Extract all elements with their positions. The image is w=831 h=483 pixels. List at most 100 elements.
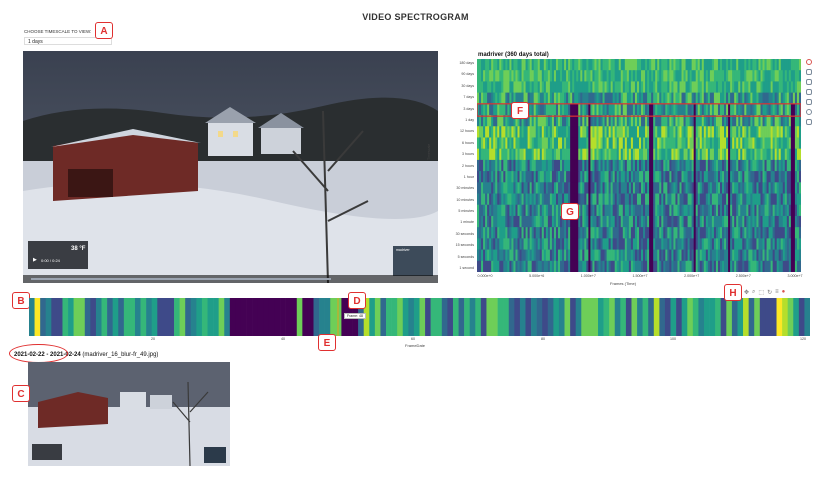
y-tick-label: 12 hours: [460, 129, 474, 134]
save-icon[interactable]: [806, 119, 812, 125]
zoom-icon[interactable]: [806, 79, 812, 85]
heatmap-cell: [626, 70, 630, 82]
heatmap-cell: [614, 260, 618, 272]
heatmap-cell: [604, 204, 607, 217]
heatmap-cell: [541, 115, 545, 127]
heatmap-cell: [584, 59, 587, 71]
heatmap-cell: [566, 238, 569, 250]
heatmap-cell: [641, 115, 644, 127]
frame-thumbnail: [28, 362, 230, 466]
heatmap-cell: [689, 115, 692, 127]
heatmap-cell: [513, 159, 516, 172]
heatmap-cell: [738, 148, 741, 161]
frame-cell: [458, 298, 465, 336]
heatmap-cell: [734, 148, 737, 161]
heatmap-cell: [665, 115, 668, 127]
reset-icon[interactable]: ↻: [767, 289, 772, 297]
heatmap-cell: [762, 115, 765, 127]
heatmap-cell: [529, 70, 532, 82]
heatmap-cell: [588, 159, 591, 172]
heatmap-cell: [639, 182, 642, 194]
heatmap-cell: [683, 182, 686, 194]
frame-strip[interactable]: [29, 298, 810, 336]
heatmap-cell: [715, 59, 719, 71]
wheel-zoom-icon[interactable]: [806, 89, 812, 95]
heatmap-cell: [521, 182, 524, 194]
heatmap-cell: [663, 193, 666, 206]
heatmap-cell: [754, 193, 757, 206]
box-select-icon[interactable]: ⬚: [758, 289, 764, 297]
zoom-icon[interactable]: ⌕: [752, 289, 755, 297]
heatmap-cell: [715, 182, 719, 194]
heatmap-cell: [754, 159, 757, 172]
heatmap-cell: [600, 115, 603, 127]
heatmap-cell: [553, 193, 557, 206]
heatmap-cell: [588, 103, 591, 116]
heatmap-cell: [582, 159, 585, 172]
heatmap-cell: [691, 115, 694, 127]
heatmap-cell: [523, 227, 526, 239]
heatmap-cell: [539, 115, 543, 127]
heatmap-cell: [479, 59, 482, 71]
heatmap-cell: [681, 70, 684, 82]
heatmap-cell: [614, 182, 618, 194]
heatmap-cell: [655, 193, 658, 206]
box-select-icon[interactable]: [806, 99, 812, 105]
heatmap-cell: [562, 70, 565, 82]
heatmap-cell: [521, 238, 524, 250]
heatmap-cell: [736, 148, 739, 161]
heatmap-cell: [513, 204, 516, 217]
bokeh-logo-icon[interactable]: ●: [782, 289, 786, 297]
heatmap-cell: [495, 148, 498, 161]
heatmap-cell: [630, 215, 634, 228]
heatmap-cell: [728, 193, 731, 206]
heatmap-cell: [673, 59, 676, 71]
heatmap-cell: [608, 238, 611, 250]
heatmap-cell: [584, 249, 587, 262]
heatmap-cell: [707, 215, 711, 228]
heatmap-cell: [624, 81, 628, 93]
heatmap-cell: [586, 59, 589, 71]
heatmap-cell: [491, 148, 494, 161]
heatmap-cell: [519, 204, 522, 217]
spectrogram-heatmap[interactable]: [477, 59, 801, 272]
heatmap-cell: [501, 103, 504, 116]
pan-icon[interactable]: ✥: [744, 289, 749, 297]
heatmap-cell: [505, 148, 508, 161]
heatmap-cell: [695, 126, 699, 138]
heatmap-cell: [703, 182, 707, 194]
heatmap-cell: [742, 171, 745, 183]
heatmap-cell: [499, 81, 502, 93]
heatmap-cell: [566, 126, 569, 138]
heatmap-cell: [503, 115, 506, 127]
heatmap-cell: [529, 115, 532, 127]
heatmap-cell: [586, 215, 589, 228]
heatmap-cell: [590, 204, 593, 217]
heatmap-cell: [558, 115, 561, 127]
heatmap-cell: [732, 70, 735, 82]
heatmap-cell: [768, 260, 771, 272]
bokeh-logo-icon[interactable]: [806, 59, 812, 65]
reset-icon[interactable]: [806, 109, 812, 115]
heatmap-cell: [764, 182, 767, 194]
heatmap-cell: [679, 70, 682, 82]
save-icon[interactable]: ≡: [775, 289, 779, 297]
heatmap-cell: [790, 92, 794, 105]
heatmap-cell: [780, 115, 784, 127]
video-player[interactable]: 38 °F ▶ 0:00 / 0:24 madriver: [23, 51, 438, 283]
heatmap-cell: [766, 59, 769, 71]
heatmap-cell: [594, 115, 597, 127]
play-icon[interactable]: ▶: [33, 257, 37, 263]
heatmap-cell: [776, 215, 780, 228]
heatmap-cell: [663, 126, 666, 138]
heatmap-cell: [776, 249, 780, 262]
y-tick-label: 3 days: [463, 106, 474, 111]
y-tick-label: 6 hours: [462, 140, 474, 145]
y-tick-label: 1 second: [459, 266, 474, 270]
pan-icon[interactable]: [806, 69, 812, 75]
heatmap-cell: [574, 249, 577, 262]
heatmap-cell: [764, 148, 767, 161]
heatmap-cell: [748, 70, 751, 82]
heatmap-cell: [632, 70, 636, 82]
heatmap-cell: [709, 137, 713, 149]
